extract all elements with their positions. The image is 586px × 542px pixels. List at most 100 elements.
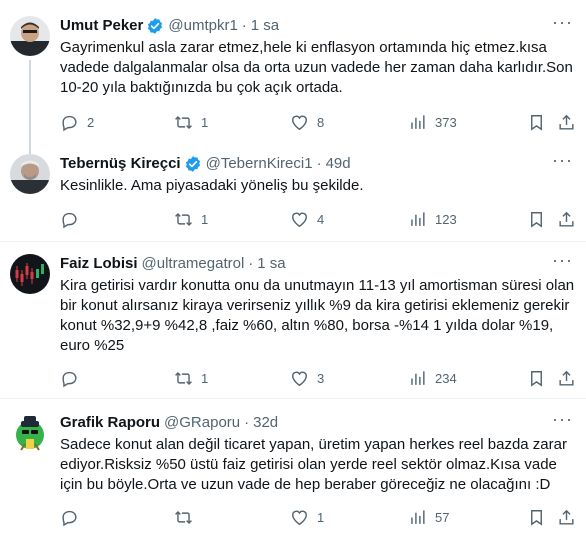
like-count: 4	[317, 211, 325, 227]
author-handle[interactable]: @TebernKireci1	[206, 154, 313, 174]
views-chart-icon	[411, 509, 425, 524]
views-chart-icon	[411, 114, 425, 129]
author-name[interactable]: Faiz Lobisi	[60, 254, 138, 274]
author-name[interactable]: Umut Peker	[60, 16, 143, 36]
views-button[interactable]: 373	[408, 110, 457, 134]
bookmark-button[interactable]	[527, 366, 546, 390]
tweet-header: Tebernüş Kireçci @TebernKireci1 · 49d	[60, 154, 351, 174]
like-button[interactable]: 8	[290, 110, 324, 134]
timestamp[interactable]: 32d	[253, 413, 278, 433]
tweet[interactable]: Faiz Lobisi @ultramegatrol · 1 sa ··· Ki…	[0, 242, 586, 398]
avatar[interactable]	[10, 154, 50, 194]
share-button[interactable]	[557, 366, 576, 390]
separator-dot: ·	[241, 17, 247, 34]
views-button[interactable]: 234	[408, 366, 457, 390]
tweet[interactable]: Tebernüş Kireçci @TebernKireci1 · 49d ··…	[0, 150, 586, 242]
verified-badge-icon	[148, 18, 163, 34]
share-icon	[559, 114, 574, 130]
bookmark-button[interactable]	[527, 110, 546, 134]
retweet-icon	[175, 510, 192, 524]
reply-button[interactable]	[60, 505, 87, 529]
retweet-icon	[175, 212, 192, 226]
views-chart-icon	[411, 370, 425, 385]
reply-button[interactable]: 2	[60, 110, 94, 134]
bookmark-icon	[531, 509, 542, 526]
bookmark-button[interactable]	[527, 505, 546, 529]
tweet-actions: 1 3 234	[54, 366, 574, 390]
retweet-icon	[175, 115, 192, 129]
share-icon	[559, 509, 574, 525]
bookmark-icon	[531, 370, 542, 387]
timestamp[interactable]: 1 sa	[257, 254, 285, 274]
tweet-actions: 1 4 123	[54, 207, 574, 231]
timestamp[interactable]: 1 sa	[251, 16, 279, 36]
tweet-header: Umut Peker @umtpkr1 · 1 sa	[60, 16, 279, 36]
separator-dot: ·	[244, 414, 250, 431]
timestamp[interactable]: 49d	[326, 154, 351, 174]
reply-count: 2	[87, 114, 95, 130]
like-count: 3	[317, 370, 325, 386]
like-button[interactable]: 4	[290, 207, 324, 231]
more-options-icon[interactable]: ···	[552, 410, 572, 433]
heart-icon	[292, 510, 307, 525]
author-name[interactable]: Tebernüş Kireçci	[60, 154, 181, 174]
bookmark-button[interactable]	[527, 207, 546, 231]
bookmark-icon	[531, 211, 542, 228]
retweet-icon	[175, 371, 192, 385]
thread-line	[29, 60, 31, 154]
avatar[interactable]	[10, 254, 50, 294]
retweet-count: 1	[201, 370, 209, 386]
more-options-icon[interactable]: ···	[552, 13, 572, 36]
retweet-button[interactable]: 1	[174, 110, 208, 134]
views-button[interactable]: 123	[408, 207, 457, 231]
tweet[interactable]: Umut Peker @umtpkr1 · 1 sa ··· Gayrimenk…	[0, 0, 586, 154]
verified-badge-icon	[185, 156, 200, 172]
views-count: 123	[435, 211, 457, 227]
views-count: 373	[435, 114, 457, 130]
share-button[interactable]	[557, 110, 576, 134]
like-button[interactable]: 1	[290, 505, 324, 529]
share-icon	[559, 370, 574, 386]
more-options-icon[interactable]: ···	[552, 251, 572, 274]
tweet[interactable]: Grafik Raporu @GRaporu · 32d ··· Sadece …	[0, 399, 586, 542]
views-chart-icon	[411, 211, 425, 226]
author-handle[interactable]: @umtpkr1	[168, 16, 237, 36]
tweet-actions: 2 1 8 373	[54, 110, 574, 134]
share-button[interactable]	[557, 505, 576, 529]
reply-icon	[62, 115, 77, 131]
heart-icon	[292, 212, 307, 227]
retweet-count: 1	[201, 211, 209, 227]
like-button[interactable]: 3	[290, 366, 324, 390]
share-button[interactable]	[557, 207, 576, 231]
tweet-header: Grafik Raporu @GRaporu · 32d	[60, 413, 278, 433]
reply-icon	[62, 212, 77, 228]
retweet-button[interactable]	[174, 505, 201, 529]
views-count: 234	[435, 370, 457, 386]
reply-button[interactable]	[60, 207, 87, 231]
tweet-actions: 1 57	[54, 505, 574, 529]
heart-icon	[292, 371, 307, 386]
tweet-text: Gayrimenkul asla zarar etmez,hele ki enf…	[60, 39, 578, 96]
bookmark-icon	[531, 114, 542, 131]
author-name[interactable]: Grafik Raporu	[60, 413, 160, 433]
author-handle[interactable]: @GRaporu	[164, 413, 240, 433]
more-options-icon[interactable]: ···	[552, 151, 572, 174]
reply-button[interactable]	[60, 366, 87, 390]
heart-icon	[292, 115, 307, 130]
retweet-button[interactable]: 1	[174, 207, 208, 231]
views-button[interactable]: 57	[408, 505, 449, 529]
avatar[interactable]	[10, 16, 50, 56]
avatar[interactable]	[10, 413, 50, 453]
reply-icon	[62, 510, 77, 526]
separator-dot: ·	[248, 255, 254, 272]
like-count: 8	[317, 114, 325, 130]
views-count: 57	[435, 509, 450, 525]
share-icon	[559, 211, 574, 227]
retweet-button[interactable]: 1	[174, 366, 208, 390]
retweet-count: 1	[201, 114, 209, 130]
author-handle[interactable]: @ultramegatrol	[142, 254, 245, 274]
reply-icon	[62, 371, 77, 387]
tweet-text: Sadece konut alan değil ticaret yapan, ü…	[60, 436, 572, 493]
tweet-text: Kira getirisi vardır konutta onu da unut…	[60, 277, 579, 354]
separator-dot: ·	[316, 155, 322, 172]
